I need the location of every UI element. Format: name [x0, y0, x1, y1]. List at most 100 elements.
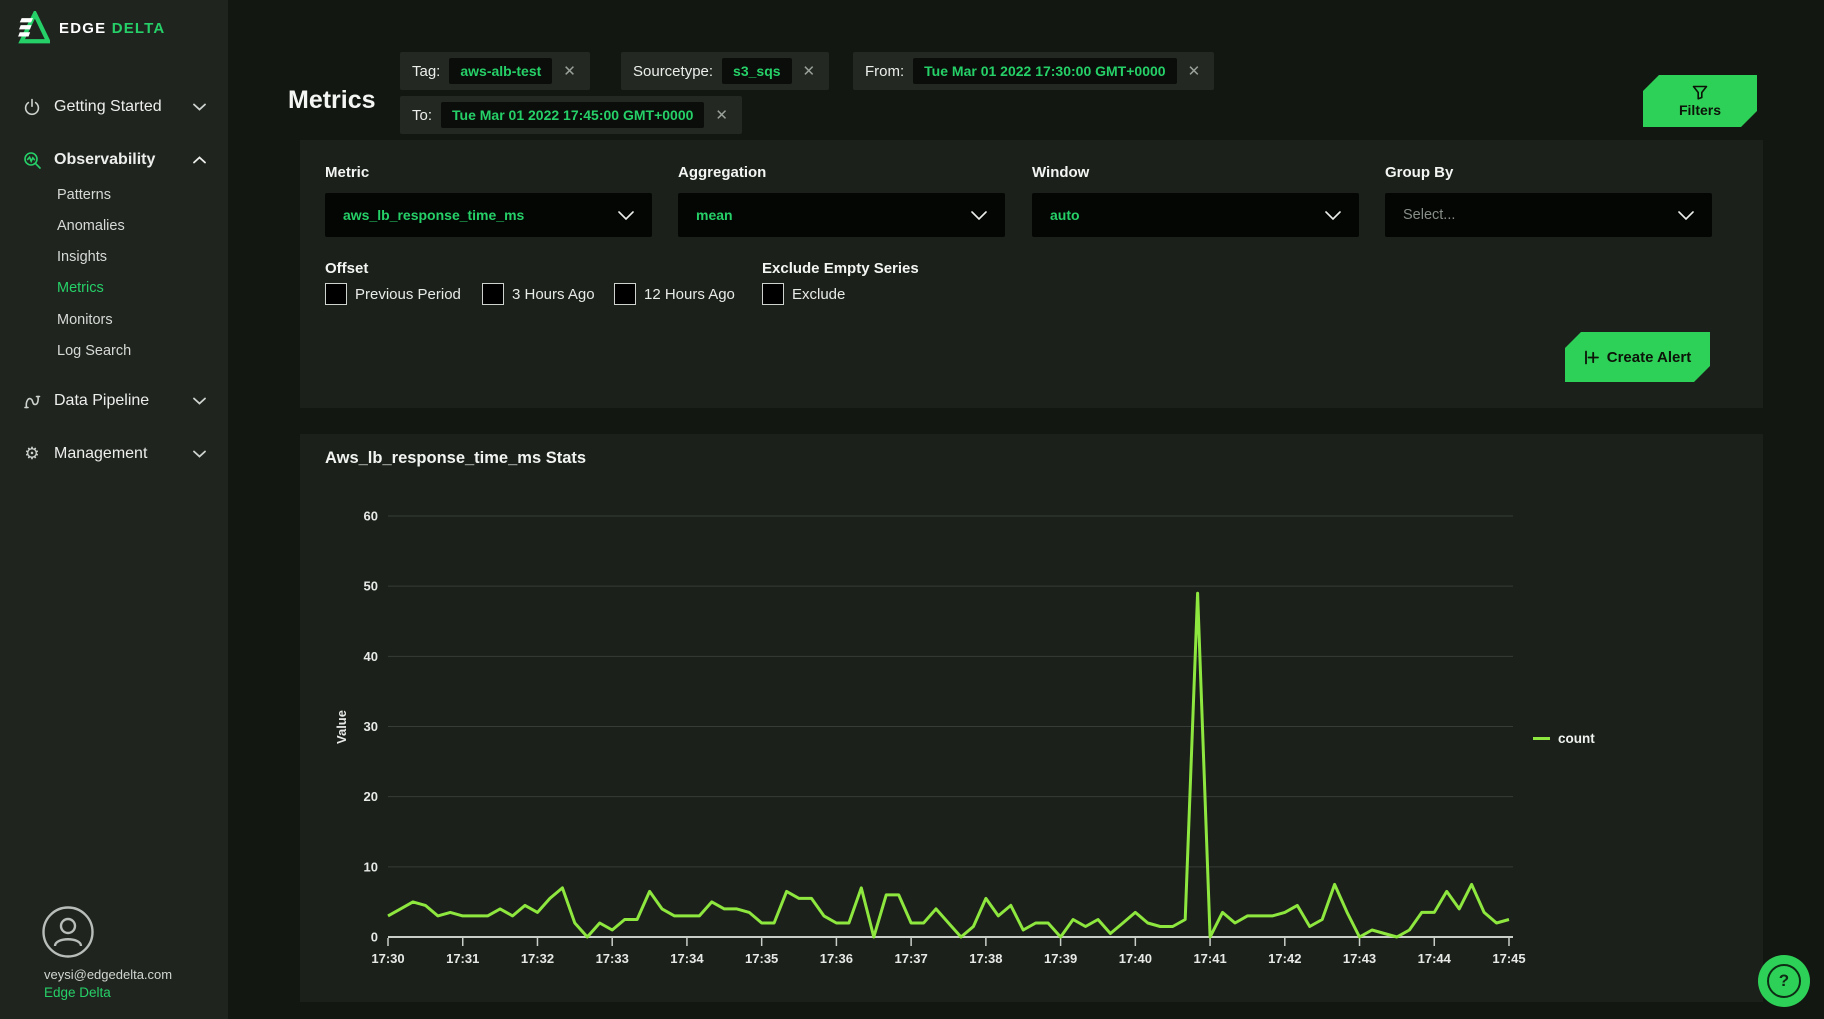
- exclude-checkbox[interactable]: Exclude: [762, 283, 845, 305]
- chevron-down-icon: [971, 211, 987, 220]
- user-org-link[interactable]: Edge Delta: [44, 985, 111, 1000]
- chip-label: Sourcetype:: [633, 63, 713, 80]
- sidebar-item-monitors[interactable]: Monitors: [57, 312, 113, 328]
- brand-wordmark: EDGE DELTA: [59, 20, 165, 37]
- funnel-icon: [1692, 85, 1708, 100]
- sidebar-item-getting-started[interactable]: Getting Started: [0, 90, 228, 124]
- sidebar-item-label: Data Pipeline: [54, 392, 149, 410]
- line-chart[interactable]: 010203040506017:3017:3117:3217:3317:3417…: [300, 434, 1763, 1002]
- sidebar-item-metrics[interactable]: Metrics: [57, 280, 104, 296]
- group-by-placeholder: Select...: [1403, 207, 1455, 223]
- svg-text:0: 0: [371, 930, 378, 945]
- window-field: Window auto: [1032, 164, 1359, 237]
- chip-value: s3_sqs: [722, 58, 791, 84]
- filter-chip-sourcetype: Sourcetype: s3_sqs ✕: [621, 52, 829, 90]
- page-title: Metrics: [288, 86, 376, 115]
- sidebar-item-label: Management: [54, 445, 147, 463]
- sidebar-item-observability[interactable]: Observability: [0, 143, 228, 177]
- offset-3-hours-ago-checkbox[interactable]: 3 Hours Ago: [482, 283, 595, 305]
- chevron-down-icon: [193, 103, 206, 111]
- chevron-up-icon: [193, 156, 206, 164]
- user-email: veysi@edgedelta.com: [44, 967, 172, 982]
- close-icon[interactable]: ✕: [1186, 62, 1203, 80]
- pipeline-icon: [22, 391, 42, 411]
- svg-text:17:44: 17:44: [1418, 951, 1452, 966]
- question-icon: ?: [1767, 964, 1801, 998]
- metric-label: Metric: [325, 164, 652, 181]
- svg-text:17:38: 17:38: [969, 951, 1002, 966]
- checkbox-box[interactable]: [482, 283, 504, 305]
- checkbox-box[interactable]: [614, 283, 636, 305]
- svg-text:10: 10: [364, 859, 378, 874]
- avatar[interactable]: [41, 905, 95, 959]
- legend-swatch: [1533, 737, 1550, 740]
- aggregation-dropdown[interactable]: mean: [678, 193, 1005, 237]
- sidebar-item-label: Observability: [54, 151, 155, 169]
- svg-text:17:40: 17:40: [1119, 951, 1152, 966]
- metric-value: aws_lb_response_time_ms: [343, 207, 524, 223]
- filter-chip-from: From: Tue Mar 01 2022 17:30:00 GMT+0000 …: [853, 52, 1214, 90]
- edge-delta-logo-icon: [16, 11, 50, 45]
- svg-text:Value: Value: [334, 710, 349, 744]
- sidebar-item-anomalies[interactable]: Anomalies: [57, 218, 125, 234]
- chip-value: Tue Mar 01 2022 17:30:00 GMT+0000: [913, 58, 1176, 84]
- chevron-down-icon: [1325, 211, 1341, 220]
- svg-text:17:42: 17:42: [1268, 951, 1301, 966]
- sidebar-item-label: Getting Started: [54, 98, 162, 116]
- chip-label: Tag:: [412, 63, 440, 80]
- close-icon[interactable]: ✕: [801, 62, 818, 80]
- aggregation-field: Aggregation mean: [678, 164, 1005, 237]
- checkbox-label: 3 Hours Ago: [512, 286, 595, 303]
- logo[interactable]: EDGE DELTA: [16, 11, 165, 45]
- close-icon[interactable]: ✕: [713, 106, 730, 124]
- sidebar-item-log-search[interactable]: Log Search: [57, 343, 131, 359]
- aggregation-value: mean: [696, 207, 733, 223]
- group-by-dropdown[interactable]: Select...: [1385, 193, 1712, 237]
- svg-text:17:45: 17:45: [1492, 951, 1525, 966]
- metric-dropdown[interactable]: aws_lb_response_time_ms: [325, 193, 652, 237]
- filter-chip-tag: Tag: aws-alb-test ✕: [400, 52, 590, 90]
- group-by-field: Group By Select...: [1385, 164, 1712, 237]
- window-dropdown[interactable]: auto: [1032, 193, 1359, 237]
- metric-field: Metric aws_lb_response_time_ms: [325, 164, 652, 237]
- svg-text:17:39: 17:39: [1044, 951, 1077, 966]
- svg-text:17:30: 17:30: [371, 951, 404, 966]
- plus-icon: [1584, 350, 1600, 365]
- sidebar-item-insights[interactable]: Insights: [57, 249, 107, 265]
- metric-controls-panel: Metric aws_lb_response_time_ms Aggregati…: [300, 140, 1763, 408]
- svg-text:17:43: 17:43: [1343, 951, 1376, 966]
- offset-12-hours-ago-checkbox[interactable]: 12 Hours Ago: [614, 283, 735, 305]
- close-icon[interactable]: ✕: [561, 62, 578, 80]
- observability-icon: [22, 150, 42, 170]
- sidebar-item-data-pipeline[interactable]: Data Pipeline: [0, 384, 228, 418]
- aggregation-label: Aggregation: [678, 164, 1005, 181]
- chip-value: aws-alb-test: [449, 58, 552, 84]
- user-block: veysi@edgedelta.com Edge Delta: [0, 889, 228, 1019]
- offset-label: Offset: [325, 260, 368, 277]
- chart-legend: count: [1533, 731, 1595, 746]
- create-alert-button[interactable]: Create Alert: [1565, 332, 1710, 382]
- chart-panel: Aws_lb_response_time_ms Stats 0102030405…: [300, 434, 1763, 1002]
- checkbox-box[interactable]: [762, 283, 784, 305]
- checkbox-label: 12 Hours Ago: [644, 286, 735, 303]
- window-label: Window: [1032, 164, 1359, 181]
- svg-text:17:35: 17:35: [745, 951, 778, 966]
- chip-value: Tue Mar 01 2022 17:45:00 GMT+0000: [441, 102, 704, 128]
- filters-button[interactable]: Filters: [1643, 75, 1757, 127]
- svg-text:60: 60: [364, 509, 378, 524]
- checkbox-label: Exclude: [792, 286, 845, 303]
- window-value: auto: [1050, 207, 1080, 223]
- svg-text:50: 50: [364, 579, 378, 594]
- help-button[interactable]: ?: [1758, 955, 1810, 1007]
- sidebar-item-management[interactable]: ⚙ Management: [0, 437, 228, 471]
- chevron-down-icon: [618, 211, 634, 220]
- svg-text:17:41: 17:41: [1193, 951, 1226, 966]
- svg-text:30: 30: [364, 719, 378, 734]
- offset-previous-period-checkbox[interactable]: Previous Period: [325, 283, 461, 305]
- svg-text:17:32: 17:32: [521, 951, 554, 966]
- checkbox-box[interactable]: [325, 283, 347, 305]
- svg-text:20: 20: [364, 789, 378, 804]
- app-root: EDGE DELTA Getting Started: [0, 0, 1824, 1019]
- svg-text:17:33: 17:33: [596, 951, 629, 966]
- sidebar-item-patterns[interactable]: Patterns: [57, 187, 111, 203]
